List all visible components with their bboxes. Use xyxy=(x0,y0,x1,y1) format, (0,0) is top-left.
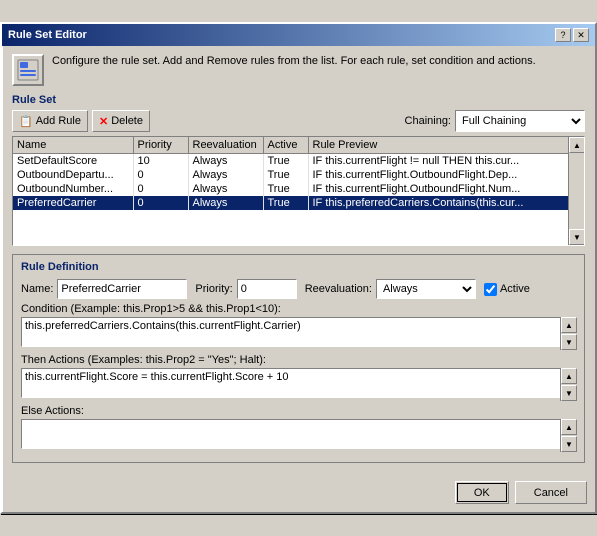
then-scroll-up[interactable]: ▲ xyxy=(561,368,577,384)
table-cell-4: IF this.currentFlight.OutboundFlight.Dep… xyxy=(308,168,584,182)
table-cell-0: PreferredCarrier xyxy=(13,196,133,210)
table-cell-4: IF this.preferredCarriers.Contains(this.… xyxy=(308,196,584,210)
condition-label: Condition (Example: this.Prop1>5 && this… xyxy=(21,303,576,315)
else-label: Else Actions: xyxy=(21,405,576,417)
table-cell-0: OutboundDepartu... xyxy=(13,168,133,182)
col-preview: Rule Preview xyxy=(308,137,584,154)
toolbar-left: 📋 Add Rule ✕ Delete xyxy=(12,110,150,132)
table-cell-1: 10 xyxy=(133,154,188,169)
table-cell-2: Always xyxy=(188,168,263,182)
else-textarea[interactable] xyxy=(21,419,576,449)
chaining-select[interactable]: Full Chaining No Chaining Sequential xyxy=(455,110,585,132)
condition-container: this.preferredCarriers.Contains(this.cur… xyxy=(21,317,576,350)
rule-set-editor-window: Rule Set Editor ? ✕ Configure the rule s… xyxy=(0,22,597,514)
table-row[interactable]: PreferredCarrier0AlwaysTrueIF this.prefe… xyxy=(13,196,584,210)
table-cell-1: 0 xyxy=(133,196,188,210)
delete-label: Delete xyxy=(111,115,143,127)
condition-scroll-down[interactable]: ▼ xyxy=(561,334,577,350)
toolbar-right: Chaining: Full Chaining No Chaining Sequ… xyxy=(405,110,585,132)
table-cell-3: True xyxy=(263,168,308,182)
scroll-up-btn[interactable]: ▲ xyxy=(569,137,585,153)
condition-textarea[interactable]: this.preferredCarriers.Contains(this.cur… xyxy=(21,317,576,347)
reevaluation-select[interactable]: Always Never xyxy=(376,279,476,299)
reevaluation-group: Reevaluation: Always Never xyxy=(305,279,476,299)
table-cell-3: True xyxy=(263,182,308,196)
title-bar-controls: ? ✕ xyxy=(555,28,589,42)
then-scrollbar: ▲ ▼ xyxy=(560,368,576,401)
active-label: Active xyxy=(500,283,530,295)
info-panel: Configure the rule set. Add and Remove r… xyxy=(12,54,585,86)
table-cell-2: Always xyxy=(188,182,263,196)
table-cell-1: 0 xyxy=(133,168,188,182)
rules-table: Name Priority Reevaluation Active Rule P… xyxy=(13,137,584,210)
delete-button[interactable]: ✕ Delete xyxy=(92,110,150,132)
then-scroll-down[interactable]: ▼ xyxy=(561,385,577,401)
table-cell-0: SetDefaultScore xyxy=(13,154,133,169)
table-cell-0: OutboundNumber... xyxy=(13,182,133,196)
cancel-button[interactable]: Cancel xyxy=(515,481,587,504)
priority-input[interactable] xyxy=(237,279,297,299)
close-button[interactable]: ✕ xyxy=(573,28,589,42)
content-area: Configure the rule set. Add and Remove r… xyxy=(2,46,595,477)
then-container: this.currentFlight.Score = this.currentF… xyxy=(21,368,576,401)
table-cell-1: 0 xyxy=(133,182,188,196)
else-scroll-up[interactable]: ▲ xyxy=(561,419,577,435)
table-cell-3: True xyxy=(263,196,308,210)
col-name: Name xyxy=(13,137,133,154)
name-group: Name: xyxy=(21,279,187,299)
rule-def-label: Rule Definition xyxy=(21,261,576,273)
rule-set-section-label: Rule Set xyxy=(12,94,585,106)
table-cell-4: IF this.currentFlight != null THEN this.… xyxy=(308,154,584,169)
condition-scrollbar: ▲ ▼ xyxy=(560,317,576,350)
name-label: Name: xyxy=(21,283,53,295)
col-active: Active xyxy=(263,137,308,154)
table-row[interactable]: OutboundDepartu...0AlwaysTrueIF this.cur… xyxy=(13,168,584,182)
add-rule-button[interactable]: 📋 Add Rule xyxy=(12,110,88,132)
chaining-label: Chaining: xyxy=(405,115,451,127)
else-scroll-down[interactable]: ▼ xyxy=(561,436,577,452)
table-cell-2: Always xyxy=(188,196,263,210)
col-priority: Priority xyxy=(133,137,188,154)
table-cell-2: Always xyxy=(188,154,263,169)
name-input[interactable] xyxy=(57,279,187,299)
delete-icon: ✕ xyxy=(99,115,108,128)
info-description: Configure the rule set. Add and Remove r… xyxy=(52,54,585,69)
priority-label: Priority: xyxy=(195,283,232,295)
then-textarea[interactable]: this.currentFlight.Score = this.currentF… xyxy=(21,368,576,398)
scroll-down-btn[interactable]: ▼ xyxy=(569,229,585,245)
rule-definition-section: Rule Definition Name: Priority: Reevalua… xyxy=(12,254,585,463)
col-reevaluation: Reevaluation xyxy=(188,137,263,154)
add-icon: 📋 xyxy=(19,115,33,128)
ok-button[interactable]: OK xyxy=(455,481,509,504)
active-group: Active xyxy=(484,283,530,296)
condition-scroll-up[interactable]: ▲ xyxy=(561,317,577,333)
table-cell-3: True xyxy=(263,154,308,169)
add-rule-label: Add Rule xyxy=(36,115,81,127)
rules-table-container: Name Priority Reevaluation Active Rule P… xyxy=(12,136,585,246)
toolbar: 📋 Add Rule ✕ Delete Chaining: Full Chain… xyxy=(12,110,585,132)
help-button[interactable]: ? xyxy=(555,28,571,42)
then-label: Then Actions (Examples: this.Prop2 = "Ye… xyxy=(21,354,576,366)
else-container: ▲ ▼ xyxy=(21,419,576,452)
title-bar: Rule Set Editor ? ✕ xyxy=(2,24,595,46)
table-row[interactable]: OutboundNumber...0AlwaysTrueIF this.curr… xyxy=(13,182,584,196)
table-cell-4: IF this.currentFlight.OutboundFlight.Num… xyxy=(308,182,584,196)
scroll-track xyxy=(569,153,584,229)
window-title: Rule Set Editor xyxy=(8,29,87,41)
else-scrollbar: ▲ ▼ xyxy=(560,419,576,452)
form-row-main: Name: Priority: Reevaluation: Always Nev… xyxy=(21,279,576,299)
table-header-row: Name Priority Reevaluation Active Rule P… xyxy=(13,137,584,154)
priority-group: Priority: xyxy=(195,279,296,299)
info-icon xyxy=(12,54,44,86)
table-scrollbar[interactable]: ▲ ▼ xyxy=(568,137,584,245)
reevaluation-label: Reevaluation: xyxy=(305,283,372,295)
footer: OK Cancel xyxy=(2,477,595,512)
active-checkbox[interactable] xyxy=(484,283,497,296)
table-row[interactable]: SetDefaultScore10AlwaysTrueIF this.curre… xyxy=(13,154,584,169)
